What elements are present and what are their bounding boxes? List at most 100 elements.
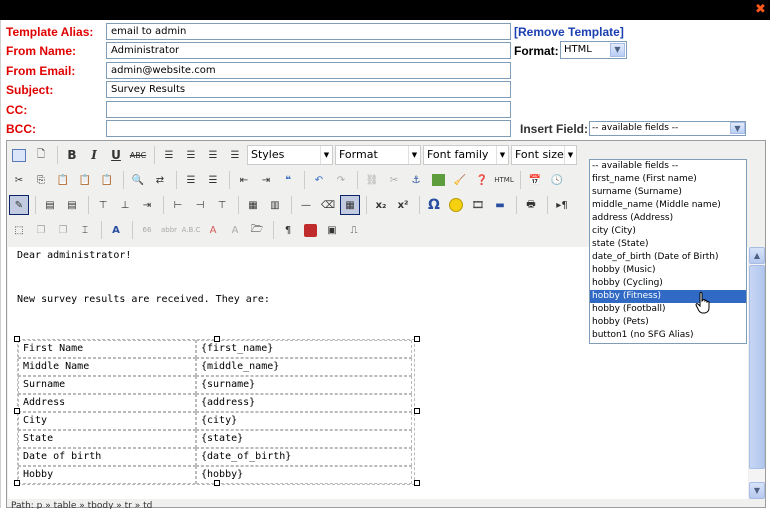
table-cell-placeholder[interactable]: {city} — [196, 412, 412, 430]
table-row[interactable]: Address {address} — [18, 394, 414, 412]
font-size-select[interactable]: Font size ▼ — [511, 145, 577, 165]
pagebreak-icon[interactable]: ⎍ — [344, 220, 364, 240]
horizontal-rule-icon[interactable]: — — [296, 195, 316, 215]
table-cell-placeholder[interactable]: {date_of_birth} — [196, 448, 412, 466]
from-name-input[interactable]: Administrator — [106, 42, 511, 59]
table-row[interactable]: Middle Name {middle_name} — [18, 358, 414, 376]
insert-field-option[interactable]: surname (Surname) — [590, 186, 746, 199]
table-resize-handle[interactable] — [214, 336, 220, 342]
table-cell-label[interactable]: Hobby — [18, 466, 196, 484]
new-document-icon[interactable]: 🗋 — [31, 145, 51, 165]
vertical-scrollbar[interactable]: ▲ ▼ — [749, 247, 765, 499]
table-cell-placeholder[interactable]: {first_name} — [196, 340, 412, 358]
insert-layer-icon[interactable]: ⬚ — [9, 220, 29, 240]
table-cell-placeholder[interactable]: {surname} — [196, 376, 412, 394]
insert-col-after-icon[interactable]: ⊣ — [190, 195, 210, 215]
chevron-down-icon[interactable]: ▼ — [610, 43, 625, 57]
italic-button[interactable]: I — [84, 145, 104, 165]
insert-field-option[interactable]: hobby (Cycling) — [590, 277, 746, 290]
insert-field-option[interactable]: button1 (no SFG Alias) — [590, 329, 746, 342]
print-icon[interactable]: 🖶 — [521, 195, 541, 215]
subject-input[interactable]: Survey Results — [106, 81, 511, 98]
insert-row-after-icon[interactable]: ⊥ — [115, 195, 135, 215]
table-row[interactable]: First Name {first_name} — [18, 340, 414, 358]
insert-col-before-icon[interactable]: ⊢ — [168, 195, 188, 215]
table-cell-placeholder[interactable]: {hobby} — [196, 466, 412, 484]
table-resize-handle[interactable] — [14, 336, 20, 342]
special-char-button[interactable]: Ω — [424, 195, 444, 215]
image-icon[interactable] — [428, 170, 448, 190]
del-icon[interactable]: A — [203, 220, 223, 240]
help-icon[interactable]: ❓ — [472, 170, 492, 190]
styles-select[interactable]: Styles ▼ — [247, 145, 333, 165]
insert-field-option[interactable]: middle_name (Middle name) — [590, 199, 746, 212]
link-icon[interactable]: ⛓ — [362, 170, 382, 190]
scroll-up-icon[interactable]: ▲ — [749, 247, 765, 264]
blockquote-icon[interactable]: ❝ — [278, 170, 298, 190]
insert-field-option[interactable]: hobby (Football) — [590, 303, 746, 316]
subscript-button[interactable]: x₂ — [371, 195, 391, 215]
emoticon-icon[interactable] — [446, 195, 466, 215]
table-cell-label[interactable]: Middle Name — [18, 358, 196, 376]
save-icon[interactable] — [9, 145, 29, 165]
table-cell-label[interactable]: Surname — [18, 376, 196, 394]
superscript-button[interactable]: x² — [393, 195, 413, 215]
acronym-icon[interactable]: A.B.C — [181, 220, 201, 240]
insert-field-option[interactable]: city (City) — [590, 225, 746, 238]
table-row[interactable]: State {state} — [18, 430, 414, 448]
insert-field-option[interactable]: state (State) — [590, 238, 746, 251]
ltr-icon[interactable]: ▸¶ — [552, 195, 572, 215]
remove-format-icon[interactable]: ⌫ — [318, 195, 338, 215]
table-cell-placeholder[interactable]: {middle_name} — [196, 358, 412, 376]
table-row[interactable]: City {city} — [18, 412, 414, 430]
table-cell-placeholder[interactable]: {state} — [196, 430, 412, 448]
paste-text-icon[interactable]: 📋 — [75, 170, 95, 190]
insert-row-before-icon[interactable]: ⊤ — [93, 195, 113, 215]
find-icon[interactable]: 🔍 — [128, 170, 148, 190]
html-source-button[interactable]: HTML — [494, 170, 514, 190]
table-cell-placeholder[interactable]: {address} — [196, 394, 412, 412]
abbr-icon[interactable]: abbr — [159, 220, 179, 240]
insert-field-select[interactable]: -- available fields -- ▼ — [589, 121, 746, 136]
insert-field-dropdown[interactable]: -- available fields -- first_name (First … — [589, 159, 747, 344]
absolute-icon[interactable]: ⌶ — [75, 220, 95, 240]
table-resize-handle[interactable] — [414, 336, 420, 342]
outdent-icon[interactable]: ⇤ — [234, 170, 254, 190]
attributes-icon[interactable]: 🗁 — [247, 220, 267, 240]
table-resize-handle[interactable] — [414, 408, 420, 414]
insert-field-option[interactable]: address (Address) — [590, 212, 746, 225]
redo-icon[interactable]: ↷ — [331, 170, 351, 190]
insert-field-option[interactable]: first_name (First name) — [590, 173, 746, 186]
format-select[interactable]: HTML ▼ — [560, 41, 627, 59]
split-cells-icon[interactable]: ▦ — [243, 195, 263, 215]
fields-table[interactable]: First Name {first_name} Middle Name {middle… — [14, 336, 420, 486]
align-justify-icon[interactable]: ☰ — [225, 145, 245, 165]
media-icon[interactable]: 🎞 — [468, 195, 488, 215]
insert-field-option[interactable]: hobby (Fitness) — [590, 290, 746, 303]
anchor-icon[interactable]: ⚓ — [406, 170, 426, 190]
align-right-icon[interactable]: ☰ — [203, 145, 223, 165]
delete-col-icon[interactable]: ⊤ — [212, 195, 232, 215]
scroll-thumb[interactable] — [749, 265, 765, 469]
table-cell-label[interactable]: First Name — [18, 340, 196, 358]
table-cell-label[interactable]: Date of birth — [18, 448, 196, 466]
bold-button[interactable]: B — [62, 145, 82, 165]
move-backward-icon[interactable]: ❐ — [53, 220, 73, 240]
insert-field-option[interactable]: hobby (Pets) — [590, 316, 746, 329]
table-resize-handle[interactable] — [14, 480, 20, 486]
insert-field-option[interactable]: -- available fields -- — [590, 160, 746, 173]
format-block-select[interactable]: Format ▼ — [335, 145, 421, 165]
copy-icon[interactable]: ⎘ — [31, 170, 51, 190]
align-left-icon[interactable]: ☰ — [159, 145, 179, 165]
merge-cells-icon[interactable]: ▥ — [265, 195, 285, 215]
paste-word-icon[interactable]: 📋 — [97, 170, 117, 190]
chevron-down-icon[interactable]: ▼ — [730, 122, 745, 134]
cc-input[interactable] — [106, 101, 511, 118]
insert-field-option[interactable]: hobby (Music) — [590, 264, 746, 277]
cite-icon[interactable]: 66 — [137, 220, 157, 240]
alias-input[interactable]: email to admin — [106, 23, 511, 40]
table-row-props-icon[interactable]: ▤ — [40, 195, 60, 215]
insert-time-icon[interactable]: 🕓 — [547, 170, 567, 190]
table-resize-handle[interactable] — [214, 480, 220, 486]
visual-chars-button[interactable]: ¶ — [278, 220, 298, 240]
